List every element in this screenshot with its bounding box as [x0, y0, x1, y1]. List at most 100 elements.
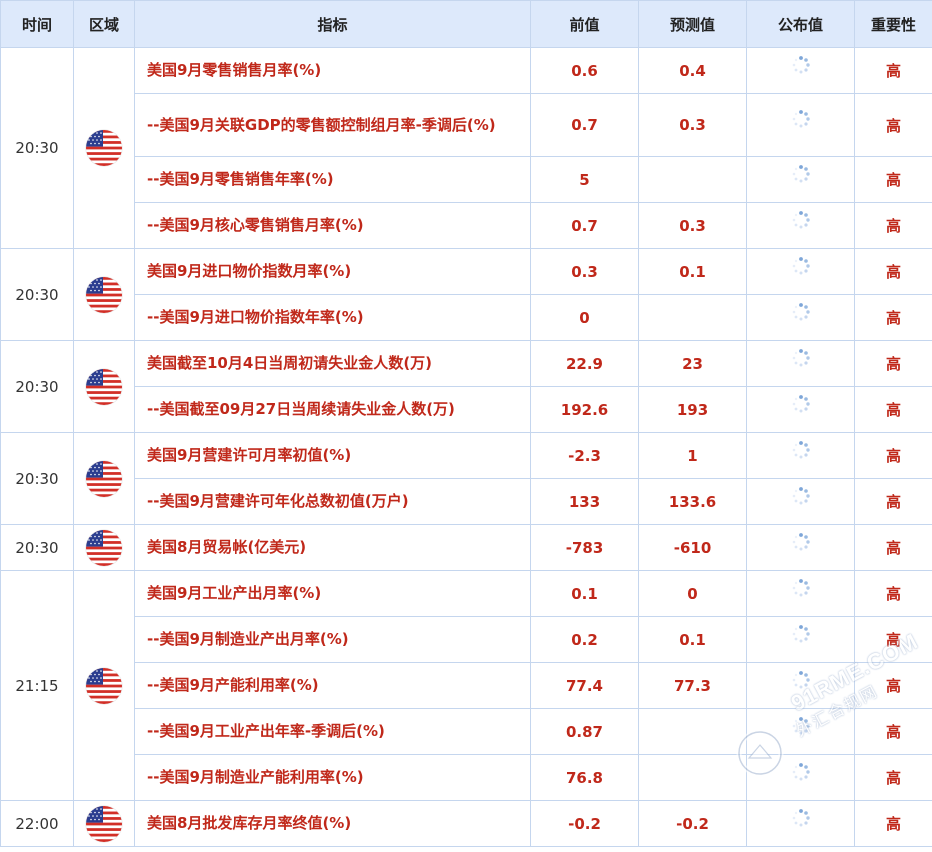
- actual-value: [746, 202, 855, 249]
- table-row: --美国9月零售销售年率(%) 5 高: [1, 156, 932, 203]
- indicator-link[interactable]: 美国9月营建许可月率初值(%): [134, 432, 531, 479]
- indicator-link[interactable]: --美国9月工业产出年率-季调后(%): [134, 708, 531, 755]
- time-cell: 20:30: [0, 432, 74, 525]
- indicator-link[interactable]: --美国9月制造业产出月率(%): [134, 616, 531, 663]
- importance-value: 高: [854, 340, 932, 387]
- previous-value: 22.9: [530, 340, 639, 387]
- header-time: 时间: [0, 0, 74, 48]
- importance-value: 高: [854, 570, 932, 617]
- importance-value: 高: [854, 248, 932, 295]
- actual-value: [746, 248, 855, 295]
- indicator-link[interactable]: 美国8月批发库存月率终值(%): [134, 800, 531, 847]
- forecast-value: [638, 294, 747, 341]
- previous-value: 0.2: [530, 616, 639, 663]
- importance-value: 高: [854, 93, 932, 157]
- time-cell: 20:30: [0, 340, 74, 433]
- actual-value: [746, 478, 855, 525]
- previous-value: 5: [530, 156, 639, 203]
- us-flag-icon: [86, 276, 122, 313]
- region-cell: [73, 524, 135, 571]
- importance-value: 高: [854, 478, 932, 525]
- time-cell: 20:30: [0, 248, 74, 341]
- header-actual: 公布值: [746, 0, 855, 48]
- actual-value: [746, 570, 855, 617]
- loading-spinner-icon: [791, 348, 811, 368]
- region-cell: [73, 570, 135, 801]
- forecast-value: [638, 156, 747, 203]
- table-row: 20:30 美国截至10月4日当周初请失业金人数(万) 22.9 23 高: [0, 340, 932, 433]
- indicator-link[interactable]: --美国9月产能利用率(%): [134, 662, 531, 709]
- region-cell: [73, 800, 135, 847]
- table-row: --美国9月关联GDP的零售额控制组月率-季调后(%) 0.7 0.3 高: [1, 93, 932, 157]
- previous-value: 0.87: [530, 708, 639, 755]
- previous-value: 76.8: [530, 754, 639, 801]
- previous-value: 0.7: [530, 93, 639, 157]
- indicator-link[interactable]: --美国9月关联GDP的零售额控制组月率-季调后(%): [134, 93, 531, 157]
- loading-spinner-icon: [791, 624, 811, 644]
- forecast-value: 0: [638, 570, 747, 617]
- region-cell: [73, 248, 135, 341]
- importance-value: 高: [854, 662, 932, 709]
- region-cell: [73, 432, 135, 525]
- indicator-link[interactable]: 美国截至10月4日当周初请失业金人数(万): [134, 340, 531, 387]
- indicator-link[interactable]: 美国9月工业产出月率(%): [134, 570, 531, 617]
- actual-value: [746, 47, 855, 94]
- forecast-value: 1: [638, 432, 747, 479]
- importance-value: 高: [854, 754, 932, 801]
- table-row: --美国9月制造业产出月率(%) 0.2 0.1 高: [1, 616, 932, 663]
- table-row: 20:30 美国8月贸易帐(亿美元) -783 -610 高: [0, 524, 932, 571]
- actual-value: [746, 386, 855, 433]
- indicator-link[interactable]: 美国8月贸易帐(亿美元): [134, 524, 531, 571]
- loading-spinner-icon: [791, 808, 811, 828]
- indicator-link[interactable]: --美国9月营建许可年化总数初值(万户): [134, 478, 531, 525]
- loading-spinner-icon: [791, 55, 811, 75]
- importance-value: 高: [854, 432, 932, 479]
- indicator-link[interactable]: 美国9月进口物价指数月率(%): [134, 248, 531, 295]
- indicator-link[interactable]: --美国9月零售销售年率(%): [134, 156, 531, 203]
- loading-spinner-icon: [791, 670, 811, 690]
- table-row: --美国截至09月27日当周续请失业金人数(万) 192.6 193 高: [1, 386, 932, 433]
- table-row: 20:30 美国9月零售销售月率(%) 0.6 0.4 高: [0, 47, 932, 249]
- previous-value: 0.7: [530, 202, 639, 249]
- us-flag-icon: [86, 805, 122, 842]
- forecast-value: 193: [638, 386, 747, 433]
- table-row: 20:30 美国9月营建许可月率初值(%) -2.3 1 高: [0, 432, 932, 525]
- table-row: --美国9月营建许可年化总数初值(万户) 133 133.6 高: [1, 478, 932, 525]
- previous-value: 0.1: [530, 570, 639, 617]
- forecast-value: -610: [638, 524, 747, 571]
- forecast-value: 0.4: [638, 47, 747, 94]
- loading-spinner-icon: [791, 440, 811, 460]
- indicator-link[interactable]: --美国截至09月27日当周续请失业金人数(万): [134, 386, 531, 433]
- importance-value: 高: [854, 156, 932, 203]
- actual-value: [746, 93, 855, 157]
- us-flag-icon: [86, 460, 122, 497]
- forecast-value: 77.3: [638, 662, 747, 709]
- actual-value: [746, 156, 855, 203]
- indicator-link[interactable]: 美国9月零售销售月率(%): [134, 47, 531, 94]
- table-row: --美国9月制造业产能利用率(%) 76.8 高: [1, 754, 932, 801]
- loading-spinner-icon: [791, 394, 811, 414]
- table-row: 21:15 美国9月工业产出月率(%) 0.1 0 高: [0, 570, 932, 801]
- actual-value: [746, 340, 855, 387]
- economic-calendar-table: 时间 区域 指标 前值 预测值 公布值 重要性 20:30 美国9月零售销售月率…: [0, 0, 932, 847]
- previous-value: 0: [530, 294, 639, 341]
- table-row: 20:30 美国9月进口物价指数月率(%) 0.3 0.1 高: [0, 248, 932, 341]
- indicator-link[interactable]: --美国9月制造业产能利用率(%): [134, 754, 531, 801]
- indicator-link[interactable]: --美国9月核心零售销售月率(%): [134, 202, 531, 249]
- previous-value: -0.2: [530, 800, 639, 847]
- us-flag-icon: [86, 130, 122, 166]
- actual-value: [746, 754, 855, 801]
- forecast-value: 133.6: [638, 478, 747, 525]
- time-cell: 20:30: [0, 524, 74, 571]
- loading-spinner-icon: [791, 210, 811, 230]
- forecast-value: [638, 754, 747, 801]
- indicator-link[interactable]: --美国9月进口物价指数年率(%): [134, 294, 531, 341]
- header-forecast: 预测值: [638, 0, 747, 48]
- actual-value: [746, 662, 855, 709]
- us-flag-icon: [86, 529, 122, 566]
- table-row: --美国9月产能利用率(%) 77.4 77.3 高: [1, 662, 932, 709]
- header-row: 时间 区域 指标 前值 预测值 公布值 重要性: [0, 0, 932, 48]
- forecast-value: 0.3: [638, 202, 747, 249]
- previous-value: -2.3: [530, 432, 639, 479]
- importance-value: 高: [854, 47, 932, 94]
